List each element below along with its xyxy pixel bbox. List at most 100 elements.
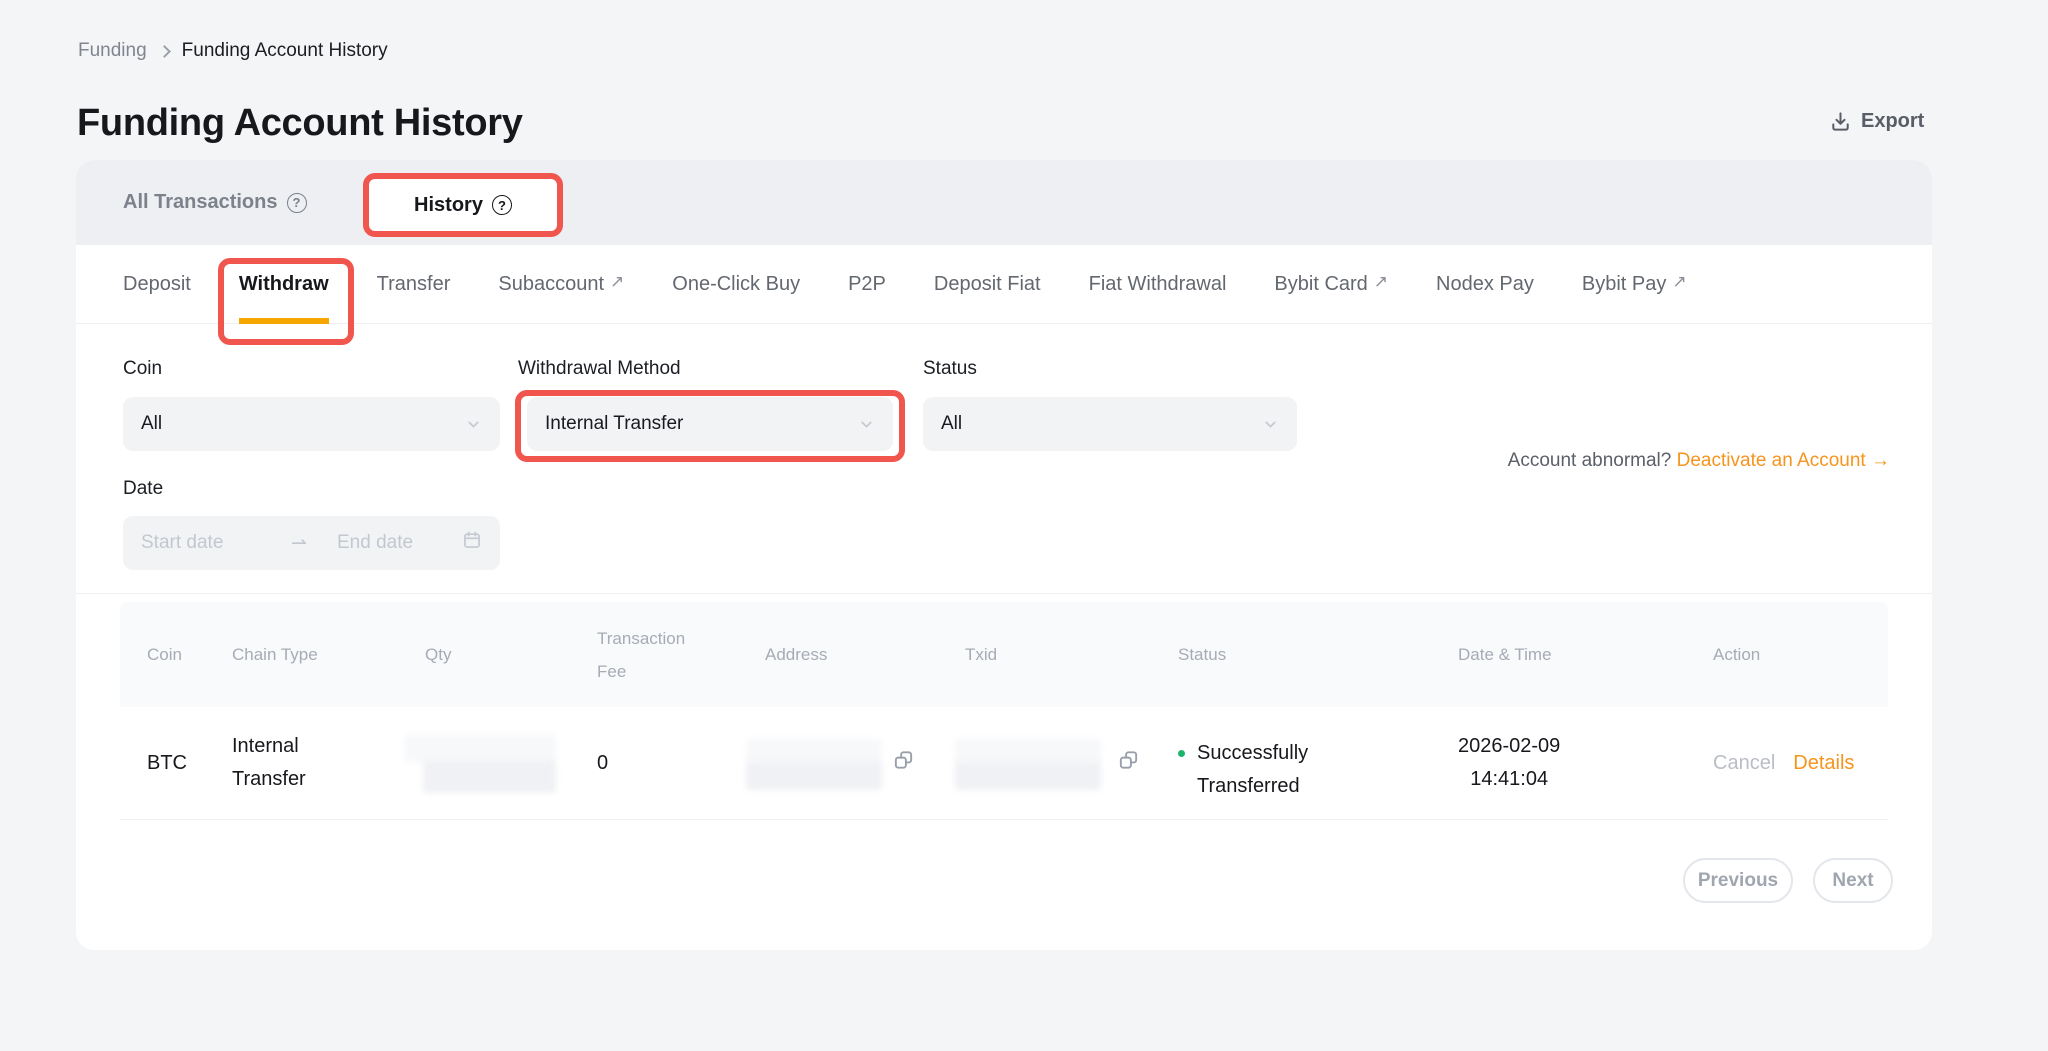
subtab-bar: Deposit Withdraw Transfer Subaccount↗ On…	[76, 245, 1932, 324]
divider	[76, 593, 1932, 594]
annotation-box-withdraw	[218, 258, 354, 345]
chevron-down-icon	[465, 416, 482, 433]
tx-date: 2026-02-09	[1458, 730, 1560, 763]
cell-action: Cancel Details	[1713, 707, 1854, 819]
tab-history[interactable]: History ?	[363, 173, 563, 237]
previous-page-button[interactable]: Previous	[1683, 858, 1793, 903]
status-select[interactable]: All	[923, 397, 1297, 451]
external-link-icon: ↗	[610, 272, 624, 292]
coin-select[interactable]: All	[123, 397, 500, 451]
subtab-deposit[interactable]: Deposit	[123, 245, 191, 323]
col-header-qty: Qty	[425, 602, 451, 707]
subtab-one-click-buy[interactable]: One-Click Buy	[672, 245, 800, 323]
start-date-placeholder: Start date	[141, 532, 291, 554]
subtab-subaccount[interactable]: Subaccount↗	[498, 245, 624, 323]
col-header-coin: Coin	[147, 602, 182, 707]
abnormal-text: Account abnormal?	[1508, 450, 1672, 471]
col-header-chain-type: Chain Type	[232, 602, 318, 707]
pagination: Previous Next	[1683, 858, 1893, 903]
subtab-nodex-pay[interactable]: Nodex Pay	[1436, 245, 1534, 323]
end-date-placeholder: End date	[337, 532, 462, 554]
table-header-row: Coin Chain Type Qty Transaction Fee Addr…	[120, 602, 1888, 707]
subtab-label: One-Click Buy	[672, 273, 800, 296]
next-page-button[interactable]: Next	[1813, 858, 1893, 903]
subtab-transfer[interactable]: Transfer	[377, 245, 451, 323]
tx-time: 14:41:04	[1470, 763, 1548, 796]
external-link-icon: ↗	[1374, 272, 1388, 292]
col-header-address: Address	[765, 602, 827, 707]
cell-coin: BTC	[147, 707, 187, 819]
subtab-deposit-fiat[interactable]: Deposit Fiat	[934, 245, 1041, 323]
cell-transaction-fee: 0	[597, 707, 608, 819]
account-abnormal-notice: Account abnormal? Deactivate an Account …	[1450, 450, 1890, 472]
date-filter-label: Date	[123, 478, 163, 500]
chevron-right-icon	[158, 45, 171, 58]
col-header-date-time: Date & Time	[1458, 602, 1552, 707]
col-header-txid: Txid	[965, 602, 997, 707]
col-header-action: Action	[1713, 602, 1760, 707]
active-tab-underline	[239, 318, 329, 324]
tab-all-transactions[interactable]: All Transactions ?	[123, 160, 307, 245]
subtab-label: Withdraw	[239, 273, 329, 296]
funding-account-history-page: Funding Funding Account History Funding …	[0, 0, 2048, 1051]
chevron-down-icon	[1262, 416, 1279, 433]
subtab-label: Fiat Withdrawal	[1089, 273, 1227, 296]
cell-chain-type: Internal Transfer	[232, 707, 332, 819]
copy-txid-icon[interactable]	[1117, 749, 1140, 778]
table-row: BTC Internal Transfer 0 Success	[120, 707, 1888, 820]
download-icon	[1829, 110, 1852, 133]
subtab-label: Deposit Fiat	[934, 273, 1041, 296]
subtab-label: Bybit Card	[1274, 273, 1367, 296]
details-action[interactable]: Details	[1793, 752, 1854, 775]
tab-history-label: History	[414, 194, 483, 217]
address-redacted-value	[746, 761, 882, 790]
calendar-icon	[462, 530, 482, 556]
txid-redacted-value	[955, 739, 1101, 763]
subtab-p2p[interactable]: P2P	[848, 245, 886, 323]
address-redacted-value	[746, 739, 882, 763]
txid-redacted-value	[955, 761, 1101, 790]
coin-select-value: All	[141, 413, 465, 435]
help-icon[interactable]: ?	[287, 193, 307, 213]
status-select-value: All	[941, 413, 1262, 435]
subtab-label: Bybit Pay	[1582, 273, 1666, 296]
breadcrumb-current: Funding Account History	[182, 40, 388, 62]
withdrawal-method-value: Internal Transfer	[545, 413, 858, 435]
subtab-withdraw[interactable]: Withdraw	[239, 245, 329, 323]
export-button[interactable]: Export	[1829, 110, 1924, 133]
subtab-label: Deposit	[123, 273, 191, 296]
status-text: Successfully Transferred	[1197, 737, 1352, 803]
status-success-dot-icon	[1178, 750, 1185, 757]
col-header-transaction-fee: Transaction Fee	[597, 602, 709, 707]
date-range-input[interactable]: Start date ⇀ End date	[123, 516, 500, 570]
history-table: Coin Chain Type Qty Transaction Fee Addr…	[120, 602, 1888, 820]
breadcrumb-funding-link[interactable]: Funding	[78, 40, 147, 62]
qty-redacted-value	[405, 735, 556, 762]
cell-date-time: 2026-02-09 14:41:04	[1458, 707, 1560, 819]
external-link-icon: ↗	[1672, 272, 1686, 292]
subtab-label: Nodex Pay	[1436, 273, 1534, 296]
copy-address-icon[interactable]	[892, 749, 915, 778]
cancel-action[interactable]: Cancel	[1713, 752, 1775, 775]
breadcrumb: Funding Funding Account History	[78, 40, 388, 62]
subtab-label: P2P	[848, 273, 886, 296]
withdrawal-method-label: Withdrawal Method	[518, 358, 681, 380]
col-header-status: Status	[1178, 602, 1226, 707]
arrow-right-icon: →	[1871, 450, 1890, 471]
subtab-bybit-card[interactable]: Bybit Card ↗	[1274, 245, 1388, 323]
chevron-down-icon	[858, 416, 875, 433]
subtab-bybit-pay[interactable]: Bybit Pay ↗	[1582, 245, 1687, 323]
tab-strip: All Transactions ? History ?	[76, 160, 1932, 245]
help-icon[interactable]: ?	[492, 195, 512, 215]
status-filter-label: Status	[923, 358, 977, 380]
export-label: Export	[1861, 110, 1924, 133]
tab-all-transactions-label: All Transactions	[123, 191, 278, 214]
subtab-fiat-withdrawal[interactable]: Fiat Withdrawal	[1089, 245, 1227, 323]
cell-status: Successfully Transferred	[1178, 707, 1352, 819]
deactivate-account-link[interactable]: Deactivate an Account	[1677, 450, 1866, 471]
coin-filter-label: Coin	[123, 358, 162, 380]
date-range-arrow-icon: ⇀	[291, 532, 337, 555]
page-title: Funding Account History	[77, 102, 523, 145]
withdrawal-method-select[interactable]: Internal Transfer	[527, 397, 893, 451]
qty-redacted-value	[423, 760, 556, 793]
